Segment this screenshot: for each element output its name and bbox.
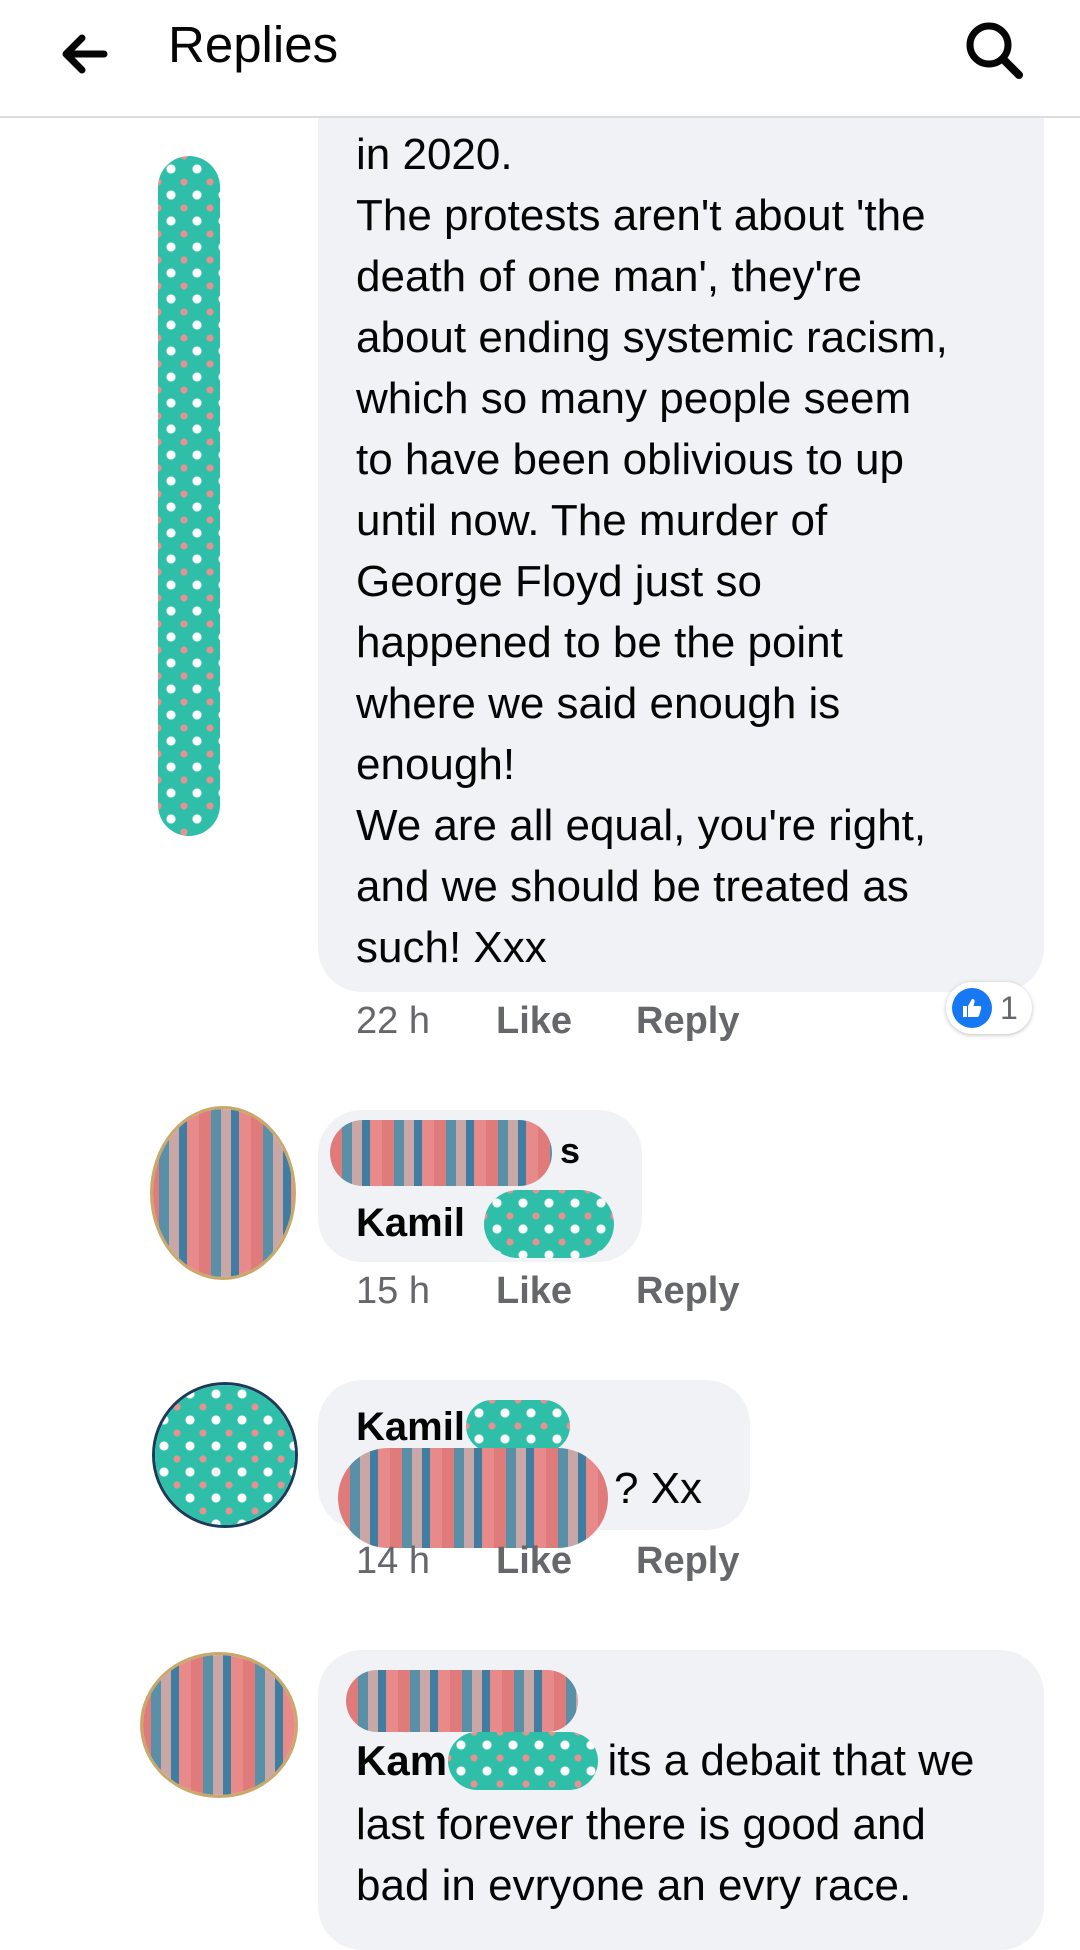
comment-text: last forever there is good and bad in ev… [356,1800,926,1910]
like-button[interactable]: Like [496,1000,636,1043]
redacted-name [484,1190,614,1258]
mention-name[interactable]: Kam [356,1737,447,1784]
redacted-avatar [158,156,220,836]
reaction-count[interactable]: 1 [946,982,1032,1034]
redacted-text [338,1448,608,1548]
avatar [140,1652,298,1798]
comment-actions: 15 h Like Reply [356,1270,739,1313]
like-button[interactable]: Like [496,1540,636,1583]
mention-name[interactable]: Kamil [356,1198,465,1248]
comment-author: s [560,1130,581,1171]
reply-button[interactable]: Reply [636,1000,739,1043]
comment-text: in 2020. The protests aren't about 'the … [356,130,948,972]
comment-author[interactable]: Kamil [356,1402,465,1452]
comment-timestamp: 22 h [356,1000,430,1042]
search-icon [966,22,1023,79]
comment-text: ? Xx [614,1464,703,1513]
redacted-avatar [143,1655,295,1795]
back-button[interactable] [56,26,112,82]
avatar [152,1382,298,1528]
redacted-avatar [155,1385,295,1525]
reply-button[interactable]: Reply [636,1270,739,1313]
comment-timestamp: 15 h [356,1270,430,1312]
comment-bubble: in 2020. The protests aren't about 'the … [318,118,1044,992]
comment-timestamp: 14 h [356,1540,430,1582]
arrow-left-icon [62,34,108,74]
search-button[interactable] [956,12,1032,88]
redacted-name [330,1120,552,1186]
redacted-avatar [153,1109,293,1277]
avatar [150,1106,296,1280]
page-title: Replies [168,16,339,73]
comment-actions: 14 h Like Reply [356,1540,739,1583]
redacted-name [346,1670,578,1732]
reaction-count-value: 1 [1000,989,1018,1026]
top-bar: Replies [0,0,1080,118]
comment-text: its a debait that we [607,1736,975,1785]
redacted-name [448,1732,598,1790]
like-button[interactable]: Like [496,1270,636,1313]
thumbs-up-icon [952,988,992,1028]
redacted-name [466,1400,570,1452]
reply-button[interactable]: Reply [636,1540,739,1583]
comment-actions: 22 h Like Reply [356,1000,739,1043]
